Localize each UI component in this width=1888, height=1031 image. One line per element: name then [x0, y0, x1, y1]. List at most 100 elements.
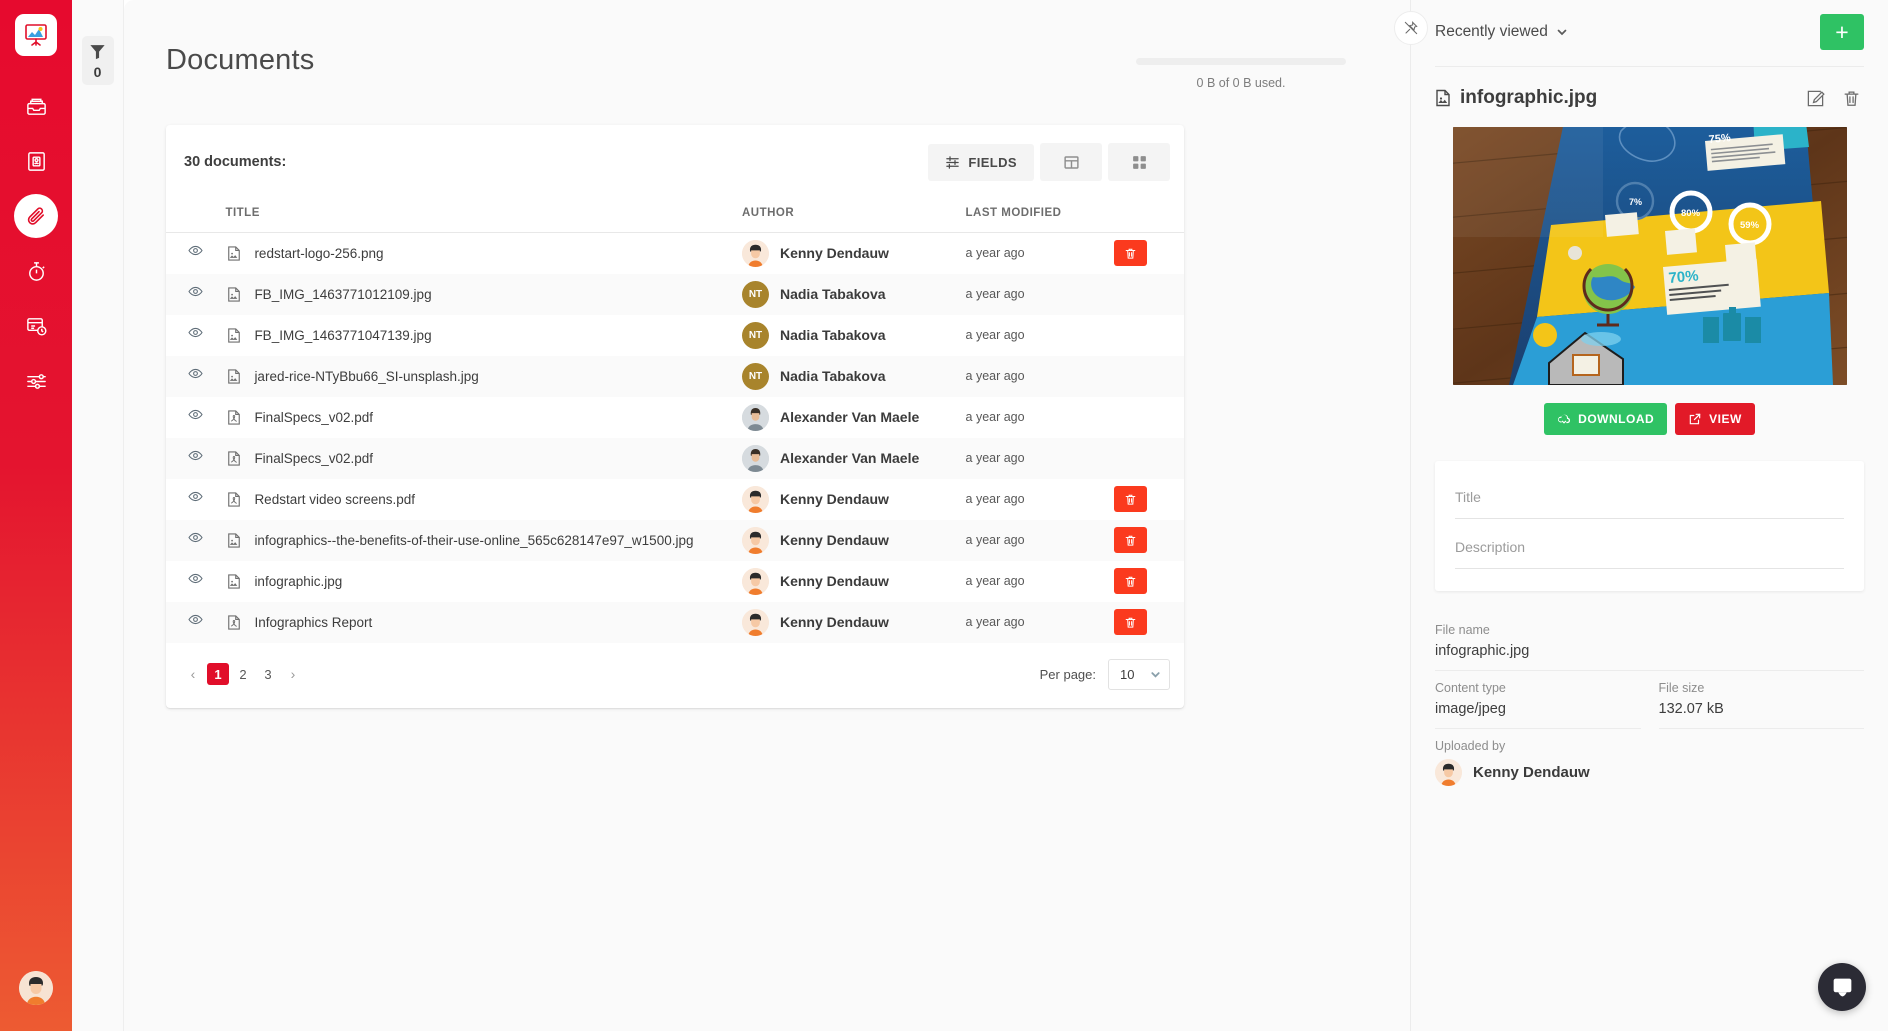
- row-author-cell: Alexander Van Maele: [742, 438, 966, 479]
- pdf-file-icon: [227, 491, 241, 508]
- table-row[interactable]: jared-rice-NTyBbu66_SI-unsplash.jpgNTNad…: [166, 356, 1184, 397]
- eye-preview-icon: [188, 571, 203, 586]
- uploaded-by-label: Uploaded by: [1435, 739, 1864, 753]
- row-preview-cell[interactable]: [166, 520, 225, 561]
- pdf-file-icon: [227, 614, 241, 631]
- sidebar-item-time-tracking[interactable]: [14, 249, 58, 293]
- trash-icon: [1842, 89, 1861, 108]
- unpin-panel-button[interactable]: [1394, 11, 1428, 45]
- avatar-illustration-icon: [742, 240, 769, 267]
- metadata-uploaded-by: Uploaded by Kenny Dendauw: [1435, 729, 1864, 797]
- user-avatar[interactable]: [19, 971, 53, 1005]
- row-author-cell: Kenny Dendauw: [742, 561, 966, 602]
- row-title: infographics--the-benefits-of-their-use-…: [254, 533, 693, 548]
- download-button[interactable]: DOWNLOAD: [1544, 403, 1667, 435]
- row-actions-cell: [1114, 397, 1184, 438]
- detail-panel: Recently viewed + infographic.jpg: [1410, 0, 1888, 1031]
- table-row[interactable]: Infographics ReportKenny Dendauwa year a…: [166, 602, 1184, 643]
- row-preview-cell[interactable]: [166, 479, 225, 520]
- row-author: Kenny Dendauw: [780, 614, 889, 630]
- app-logo[interactable]: [15, 14, 57, 56]
- edit-pencil-icon: [1806, 89, 1825, 108]
- avatar-photo-icon: [742, 404, 769, 431]
- pagination: ‹123› Per page: 10: [166, 643, 1184, 706]
- row-actions-cell: [1114, 356, 1184, 397]
- row-author-cell: Kenny Dendauw: [742, 479, 966, 520]
- pagination-page-2[interactable]: 2: [232, 663, 254, 685]
- table-row[interactable]: FB_IMG_1463771047139.jpgNTNadia Tabakova…: [166, 315, 1184, 356]
- per-page-select[interactable]: 10: [1108, 659, 1170, 690]
- title-input[interactable]: [1455, 485, 1844, 519]
- avatar-illustration-icon: [742, 568, 769, 595]
- col-actions: [1114, 199, 1184, 233]
- pdf-file-icon: [227, 450, 241, 467]
- row-last-modified: a year ago: [966, 561, 1115, 602]
- delete-file-button[interactable]: [1838, 85, 1864, 111]
- sidebar-item-documents[interactable]: [14, 194, 58, 238]
- image-file-icon: [227, 573, 241, 590]
- row-preview-cell[interactable]: [166, 233, 225, 274]
- filter-button[interactable]: 0: [82, 36, 114, 85]
- sidebar-item-settings[interactable]: [14, 359, 58, 403]
- row-delete-button[interactable]: [1114, 486, 1147, 512]
- recently-viewed-dropdown[interactable]: Recently viewed: [1435, 23, 1568, 41]
- avatar-illustration-icon: [19, 971, 53, 1005]
- pagination-next[interactable]: ›: [282, 663, 304, 685]
- author-avatar: NT: [742, 281, 769, 308]
- add-document-button[interactable]: +: [1820, 14, 1864, 50]
- svg-text:70%: 70%: [1667, 267, 1698, 287]
- page-title: Documents: [166, 44, 314, 77]
- row-delete-button[interactable]: [1114, 527, 1147, 553]
- svg-text:80%: 80%: [1681, 208, 1701, 219]
- documents-toolbar: 30 documents: FIELDS: [166, 125, 1184, 199]
- document-preview-image[interactable]: 75% 7% 80% 59%: [1453, 127, 1847, 385]
- pagination-page-1[interactable]: 1: [207, 663, 229, 685]
- row-delete-button[interactable]: [1114, 568, 1147, 594]
- table-view-button[interactable]: [1040, 143, 1102, 181]
- selected-file-title: infographic.jpg: [1435, 87, 1597, 109]
- intercom-chat-button[interactable]: [1818, 963, 1866, 1011]
- pagination-page-3[interactable]: 3: [257, 663, 279, 685]
- row-preview-cell[interactable]: [166, 274, 225, 315]
- sidebar-item-invoicing[interactable]: [14, 304, 58, 348]
- pagination-prev[interactable]: ‹: [182, 663, 204, 685]
- sidebar-item-contacts[interactable]: [14, 139, 58, 183]
- row-preview-cell[interactable]: [166, 561, 225, 602]
- row-preview-cell[interactable]: [166, 356, 225, 397]
- table-row[interactable]: redstart-logo-256.pngKenny Dendauwa year…: [166, 233, 1184, 274]
- row-last-modified: a year ago: [966, 520, 1115, 561]
- eye-preview-icon: [188, 243, 203, 258]
- row-delete-button[interactable]: [1114, 609, 1147, 635]
- grid-view-button[interactable]: [1108, 143, 1170, 181]
- row-last-modified: a year ago: [966, 479, 1115, 520]
- row-last-modified: a year ago: [966, 438, 1115, 479]
- table-row[interactable]: FinalSpecs_v02.pdfAlexander Van Maelea y…: [166, 397, 1184, 438]
- metadata-row-type-size: Content type image/jpeg File size 132.07…: [1435, 671, 1864, 729]
- description-input[interactable]: [1455, 535, 1844, 569]
- row-preview-cell[interactable]: [166, 602, 225, 643]
- row-preview-cell[interactable]: [166, 397, 225, 438]
- grid-view-icon: [1131, 154, 1148, 171]
- row-title-cell: FB_IMG_1463771012109.jpg: [225, 274, 742, 315]
- fields-button[interactable]: FIELDS: [928, 144, 1034, 181]
- table-row[interactable]: Redstart video screens.pdfKenny Dendauwa…: [166, 479, 1184, 520]
- trash-icon: [1124, 247, 1137, 260]
- row-actions-cell: [1114, 315, 1184, 356]
- table-row[interactable]: FinalSpecs_v02.pdfAlexander Van Maelea y…: [166, 438, 1184, 479]
- edit-file-button[interactable]: [1802, 85, 1828, 111]
- table-row[interactable]: infographics--the-benefits-of-their-use-…: [166, 520, 1184, 561]
- row-title-cell: FB_IMG_1463771047139.jpg: [225, 315, 742, 356]
- row-preview-cell[interactable]: [166, 438, 225, 479]
- row-delete-button[interactable]: [1114, 240, 1147, 266]
- sliders-settings-icon: [25, 370, 48, 393]
- image-file-icon: [227, 368, 241, 385]
- sidebar-item-inbox[interactable]: [14, 84, 58, 128]
- row-actions-cell: [1114, 233, 1184, 274]
- row-title: FB_IMG_1463771012109.jpg: [254, 287, 431, 302]
- view-button[interactable]: VIEW: [1675, 403, 1755, 435]
- row-preview-cell[interactable]: [166, 315, 225, 356]
- row-actions-cell: [1114, 479, 1184, 520]
- row-last-modified: a year ago: [966, 602, 1115, 643]
- table-row[interactable]: infographic.jpgKenny Dendauwa year ago: [166, 561, 1184, 602]
- table-row[interactable]: FB_IMG_1463771012109.jpgNTNadia Tabakova…: [166, 274, 1184, 315]
